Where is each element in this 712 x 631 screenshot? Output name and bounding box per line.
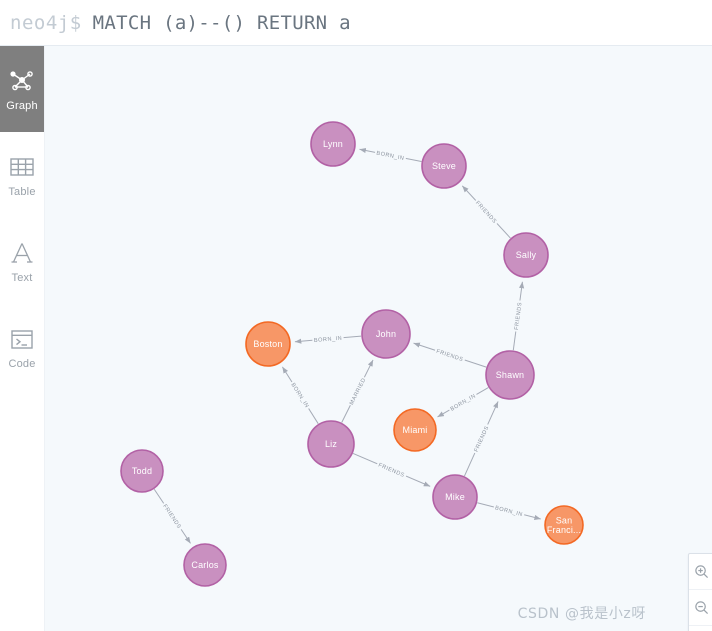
relationship[interactable]: FRIENDS: [511, 281, 525, 351]
graph-node[interactable]: Carlos: [183, 543, 227, 587]
graph-node[interactable]: Shawn: [485, 350, 535, 400]
text-icon: [10, 238, 34, 268]
node-layer: Lynn Steve Sally Boston John Shawn Miami Liz Tod…: [120, 121, 584, 587]
relationship[interactable]: MARRIED: [341, 359, 374, 423]
graph-visualization[interactable]: BORN_INFRIENDSFRIENDSBORN_INFRIENDSBORN_…: [45, 46, 712, 631]
fit-to-screen-button[interactable]: [689, 626, 712, 631]
zoom-out-button[interactable]: [689, 590, 712, 626]
node-circle[interactable]: [503, 232, 549, 278]
sidebar-item-graph-label: Graph: [6, 100, 38, 112]
relationship-layer: BORN_INFRIENDSFRIENDSBORN_INFRIENDSBORN_…: [153, 147, 541, 544]
graph-node[interactable]: John: [361, 309, 411, 359]
result-body: Graph Table Text Code BORN_IN FRIENDS FR…: [0, 46, 712, 631]
graph-icon: [9, 66, 35, 96]
zoom-in-button[interactable]: [689, 554, 712, 590]
relationship[interactable]: BORN_IN: [477, 502, 541, 520]
relationship[interactable]: BORN_IN: [294, 333, 362, 345]
relationship-label-background: [447, 390, 479, 414]
relationship[interactable]: BORN_IN: [281, 366, 319, 424]
node-circle[interactable]: [120, 449, 164, 493]
sidebar-item-text[interactable]: Text: [0, 218, 44, 304]
relationship[interactable]: BORN_IN: [437, 387, 489, 418]
graph-node[interactable]: Todd: [120, 449, 164, 493]
relationship-label-background: [288, 379, 313, 411]
code-icon: [10, 324, 34, 354]
relationship-label-background: [312, 333, 344, 345]
relationship[interactable]: FRIENDS: [413, 342, 487, 368]
graph-node[interactable]: Steve: [421, 143, 467, 189]
graph-canvas[interactable]: BORN_IN FRIENDS FRIENDS BORN_IN FRIENDS BORN_…: [45, 46, 712, 631]
graph-node[interactable]: Sally: [503, 232, 549, 278]
relationship-label-background: [375, 460, 408, 480]
graph-node[interactable]: Lynn: [310, 121, 356, 167]
node-circle[interactable]: [307, 420, 355, 468]
sidebar-item-table[interactable]: Table: [0, 132, 44, 218]
sidebar-item-code-label: Code: [8, 358, 36, 370]
sidebar-item-table-label: Table: [8, 186, 36, 198]
relationship-label-background: [492, 503, 526, 519]
view-mode-sidebar: Graph Table Text Code: [0, 46, 45, 631]
node-circle[interactable]: [421, 143, 467, 189]
relationship[interactable]: FRIENDS: [352, 452, 431, 487]
relationship[interactable]: FRIENDS: [153, 488, 191, 544]
query-bar[interactable]: neo4j$ MATCH (a)--() RETURN a: [0, 0, 712, 46]
relationship[interactable]: FRIENDS: [461, 185, 511, 239]
zoom-in-icon: [695, 565, 709, 579]
node-circle[interactable]: [183, 543, 227, 587]
graph-zoom-controls[interactable]: [688, 553, 712, 631]
graph-node[interactable]: Liz: [307, 420, 355, 468]
node-circle[interactable]: [393, 408, 437, 452]
relationship-label-background: [471, 422, 492, 455]
node-circle[interactable]: [310, 121, 356, 167]
relationship-label-background: [472, 197, 500, 227]
zoom-out-icon: [695, 601, 709, 615]
relationship-label-background: [511, 299, 524, 333]
relationship[interactable]: BORN_IN: [359, 147, 422, 163]
graph-node[interactable]: Mike: [432, 474, 478, 520]
table-icon: [10, 152, 34, 182]
relationship-label-background: [433, 346, 467, 364]
relationship-label-background: [346, 375, 368, 408]
node-circle[interactable]: [432, 474, 478, 520]
relationship[interactable]: FRIENDS: [463, 401, 499, 477]
node-circle[interactable]: [544, 505, 584, 545]
relationship-label-background: [374, 148, 407, 163]
query-prompt: neo4j$: [10, 11, 82, 34]
relationship-label-background: [160, 501, 185, 532]
node-circle[interactable]: [245, 321, 291, 367]
graph-node[interactable]: Miami: [393, 408, 437, 452]
graph-node[interactable]: Boston: [245, 321, 291, 367]
sidebar-item-text-label: Text: [11, 272, 33, 284]
graph-node[interactable]: San Franci...: [544, 505, 584, 545]
sidebar-item-code[interactable]: Code: [0, 304, 44, 390]
node-circle[interactable]: [485, 350, 535, 400]
neo4j-browser-result-frame: neo4j$ MATCH (a)--() RETURN a Graph Tabl…: [0, 0, 712, 631]
query-text: MATCH (a)--() RETURN a: [92, 11, 351, 34]
node-circle[interactable]: [361, 309, 411, 359]
sidebar-item-graph[interactable]: Graph: [0, 46, 44, 132]
